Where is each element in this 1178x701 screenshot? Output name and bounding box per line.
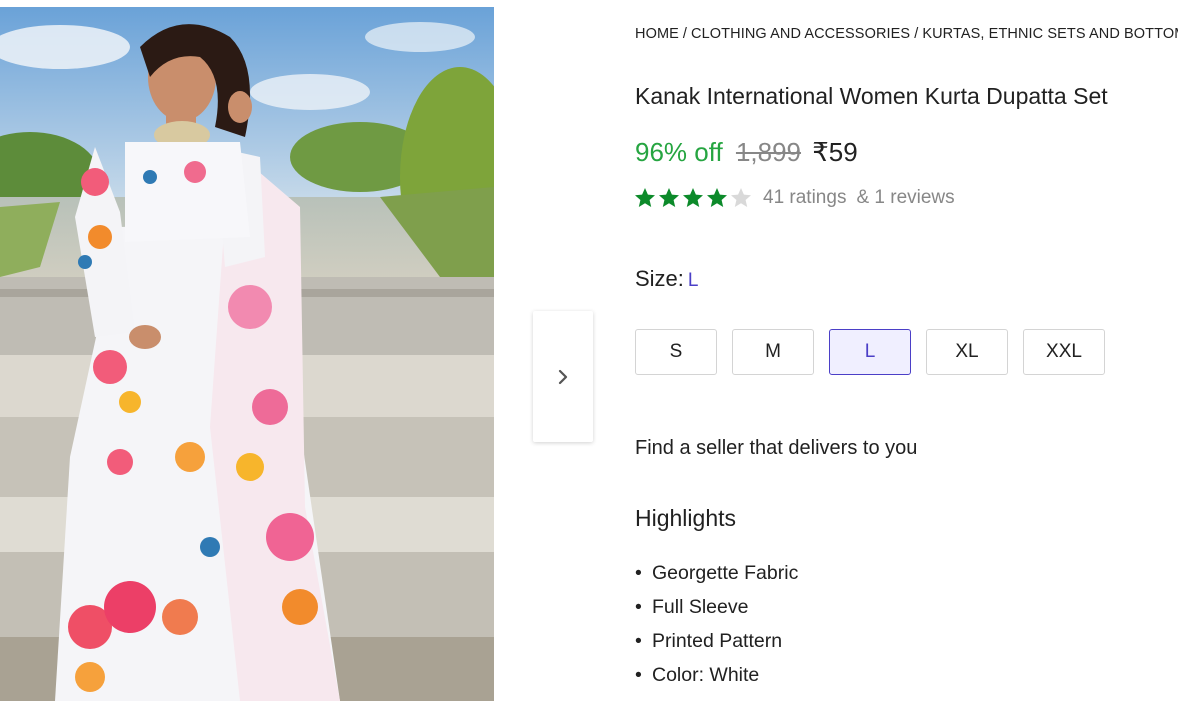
highlight-text: Color: White	[652, 664, 760, 686]
star-filled-icon	[659, 188, 679, 207]
rating-row: 41 ratings & 1 reviews	[633, 186, 955, 210]
size-label: Size:	[635, 266, 684, 291]
breadcrumb-separator: /	[682, 26, 688, 42]
size-label-row: Size: L	[635, 266, 699, 292]
price-row: 96% off 1,899 ₹59	[635, 137, 858, 168]
selected-size-value: L	[687, 270, 699, 291]
highlight-item: • Georgette Fabric	[635, 562, 799, 584]
highlight-text: Full Sleeve	[652, 596, 749, 618]
highlight-item: • Full Sleeve	[635, 596, 749, 618]
star-empty-icon	[731, 188, 751, 207]
highlight-item: • Printed Pattern	[635, 630, 783, 652]
chevron-right-icon	[558, 369, 568, 384]
ratings-count[interactable]: 41 ratings	[763, 187, 846, 209]
product-title: Kanak International Women Kurta Dupatta …	[635, 83, 1108, 109]
discount-percent: 96% off	[635, 137, 723, 167]
breadcrumb-kurtas[interactable]: KURTAS, ETHNIC SETS AND BOTTOMS	[922, 26, 1178, 42]
breadcrumb-clothing[interactable]: CLOTHING AND ACCESSORIES	[691, 26, 910, 42]
breadcrumb-separator: /	[914, 26, 919, 42]
star-filled-icon	[707, 188, 727, 207]
highlight-text: Georgette Fabric	[652, 562, 799, 584]
size-option-l[interactable]: L	[829, 329, 911, 375]
product-photo	[0, 7, 494, 701]
highlights-list: • Georgette Fabric • Full Sleeve • Printed …	[635, 560, 798, 696]
highlights-heading: Highlights	[635, 505, 736, 531]
breadcrumb-home[interactable]: HOME	[635, 26, 679, 42]
star-filled-icon	[635, 188, 655, 207]
highlight-item: • Color: White	[635, 664, 760, 686]
selling-price: ₹59	[812, 137, 858, 167]
size-option-xl[interactable]: XL	[926, 329, 1008, 375]
rating-stars	[633, 186, 753, 210]
star-filled-icon	[683, 188, 703, 207]
size-options: S M L XL XXL	[635, 329, 1120, 375]
size-option-s[interactable]: S	[635, 329, 717, 375]
size-option-xxl[interactable]: XXL	[1023, 329, 1105, 375]
product-image[interactable]	[0, 7, 494, 701]
original-price: 1,899	[735, 137, 802, 167]
size-option-m[interactable]: M	[732, 329, 814, 375]
next-image-button[interactable]	[533, 311, 593, 442]
reviews-count[interactable]: & 1 reviews	[856, 187, 954, 209]
breadcrumb: HOME / CLOTHING AND ACCESSORIES / KURTAS, ET…	[635, 26, 1178, 42]
highlight-text: Printed Pattern	[652, 630, 783, 652]
find-seller-link[interactable]: Find a seller that delivers to you	[635, 437, 917, 460]
